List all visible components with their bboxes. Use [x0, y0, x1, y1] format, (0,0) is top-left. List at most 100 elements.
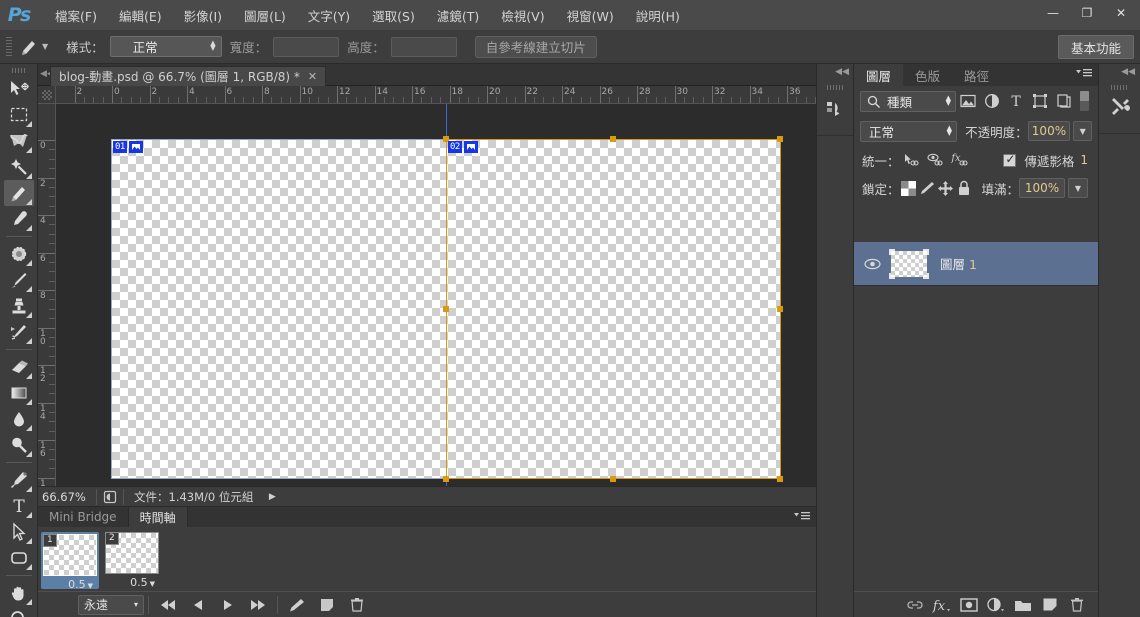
lock-all-icon[interactable]	[955, 177, 973, 199]
minimize-button[interactable]: —	[1036, 2, 1070, 24]
history-panel-button[interactable]	[817, 80, 853, 136]
close-icon[interactable]: ✕	[308, 70, 317, 83]
menu-view[interactable]: 檢視(V)	[490, 3, 555, 28]
slice-handle-ml[interactable]	[443, 306, 449, 312]
dodge-tool[interactable]	[4, 432, 34, 458]
delete-frame-button[interactable]	[342, 593, 372, 617]
new-group-button[interactable]	[1009, 593, 1036, 617]
blur-tool[interactable]	[4, 406, 34, 432]
ruler-corner[interactable]	[38, 86, 56, 104]
panel-grip[interactable]	[1110, 85, 1129, 90]
menu-filter[interactable]: 濾鏡(T)	[426, 3, 490, 28]
layer-filter-kind-select[interactable]: 種類 ▲ ▼	[860, 90, 956, 112]
eraser-tool[interactable]	[4, 354, 34, 380]
rectangle-shape-tool[interactable]	[4, 545, 34, 571]
far-dock-collapse-icon[interactable]: ◀◀	[1099, 64, 1140, 80]
lock-position-icon[interactable]	[936, 177, 954, 199]
opacity-input[interactable]: 100%	[1027, 121, 1071, 141]
pixel-layer-filter-icon[interactable]	[956, 90, 980, 112]
type-tool[interactable]: T	[4, 493, 34, 519]
hand-tool[interactable]	[4, 580, 34, 606]
close-button[interactable]: ✕	[1104, 2, 1138, 24]
document-tab[interactable]: blog-動畫.psd @ 66.7% (圖層 1, RGB/8) * ✕	[50, 66, 327, 86]
tools-panel-grip[interactable]	[11, 68, 26, 73]
layer-thumbnail-wrapper[interactable]	[886, 247, 932, 281]
smart-object-filter-icon[interactable]	[1052, 90, 1076, 112]
layer-row[interactable]: 圖層 1	[854, 242, 1098, 286]
blend-mode-select[interactable]: 正常 ▲ ▼	[860, 120, 958, 142]
tab-paths[interactable]: 路徑	[952, 64, 1001, 86]
rectangular-marquee-tool[interactable]	[4, 102, 34, 128]
slice-handle-tm[interactable]	[610, 136, 616, 142]
lock-image-pixels-icon[interactable]	[918, 177, 936, 199]
zoom-tool[interactable]	[4, 606, 34, 617]
clone-stamp-tool[interactable]	[4, 293, 34, 319]
delete-layer-button[interactable]	[1063, 593, 1090, 617]
unify-style-icon[interactable]: fx	[948, 149, 972, 171]
duplicate-frame-button[interactable]	[312, 593, 342, 617]
move-tool[interactable]	[4, 76, 34, 102]
next-frame-button[interactable]	[243, 593, 273, 617]
adjustment-layer-button[interactable]	[982, 593, 1009, 617]
slice-handle-bm[interactable]	[610, 476, 616, 482]
document-profile-icon[interactable]	[97, 488, 123, 506]
path-selection-tool[interactable]	[4, 519, 34, 545]
dock-collapse-icon[interactable]: ◀◀	[817, 64, 853, 80]
menu-select[interactable]: 選取(S)	[361, 3, 426, 28]
slice-region-02-selected[interactable]	[446, 139, 781, 479]
slice-width-input[interactable]	[273, 36, 340, 57]
history-brush-tool[interactable]	[4, 319, 34, 345]
play-animation-button[interactable]	[213, 593, 243, 617]
slices-from-guides-button[interactable]: 自參考線建立切片	[474, 35, 597, 58]
menu-help[interactable]: 說明(H)	[625, 3, 691, 28]
frame-delay-2[interactable]: 0.5 ▼	[105, 574, 159, 589]
animation-frames-strip[interactable]: 1 0.5 ▼ 2 0.5 ▼	[38, 527, 816, 591]
slice-tool[interactable]	[3, 180, 34, 206]
timeline-panel-menu-icon[interactable]	[794, 511, 810, 525]
tab-channels[interactable]: 色版	[903, 64, 952, 86]
unify-position-icon[interactable]	[900, 149, 924, 171]
horizontal-ruler[interactable]: 2 0 2 4 6 8 10 12 14 16 18 20 22 24 26 28 30 32 34 36	[56, 86, 816, 104]
magic-wand-tool[interactable]	[4, 154, 34, 180]
tween-frames-button[interactable]	[282, 593, 312, 617]
zoom-level-input[interactable]: 66.67%	[38, 487, 96, 506]
panel-grip[interactable]	[827, 85, 843, 90]
propagate-frame-1-checkbox[interactable]	[1003, 152, 1017, 167]
slice-handle-br[interactable]	[777, 476, 783, 482]
slice-badge-01[interactable]: 01	[113, 141, 143, 153]
layer-list[interactable]: 圖層 1	[854, 242, 1098, 617]
tab-timeline[interactable]: 時間軸	[128, 507, 188, 527]
menu-image[interactable]: 影像(I)	[173, 3, 233, 28]
eyedropper-tool[interactable]	[4, 206, 34, 232]
layer-style-button[interactable]: fx	[928, 593, 955, 617]
menu-type[interactable]: 文字(Y)	[297, 3, 361, 28]
fill-input[interactable]: 100%	[1019, 178, 1065, 198]
slice-handle-bl[interactable]	[443, 476, 449, 482]
layer-name[interactable]: 圖層 1	[940, 254, 977, 273]
layers-panel-menu-icon[interactable]	[1076, 68, 1092, 79]
slice-handle-tr[interactable]	[777, 136, 783, 142]
status-expand-icon[interactable]: ▶	[263, 488, 281, 506]
filter-enable-toggle[interactable]	[1080, 91, 1089, 111]
frame-delay-1[interactable]: 0.5 ▼	[43, 576, 97, 591]
previous-frame-button[interactable]	[183, 593, 213, 617]
brush-tool[interactable]	[4, 267, 34, 293]
lock-transparent-pixels-icon[interactable]	[900, 177, 918, 199]
opacity-slider-button[interactable]: ▼	[1073, 121, 1092, 141]
layer-visibility-toggle[interactable]	[858, 242, 886, 286]
link-layers-button[interactable]	[901, 593, 928, 617]
select-first-frame-button[interactable]	[153, 593, 183, 617]
canvas-viewport[interactable]: 01 02	[56, 104, 816, 486]
animation-frame-1[interactable]: 1 0.5 ▼	[41, 532, 99, 591]
slice-style-select[interactable]: 正常 ▲ ▼	[109, 36, 222, 57]
tab-mini-bridge[interactable]: Mini Bridge	[38, 507, 129, 527]
pen-tool[interactable]	[4, 467, 34, 493]
menu-layer[interactable]: 圖層(L)	[233, 3, 297, 28]
fill-slider-button[interactable]: ▼	[1068, 178, 1088, 198]
add-layer-mask-button[interactable]	[955, 593, 982, 617]
gradient-tool[interactable]	[4, 380, 34, 406]
options-bar-grip[interactable]	[6, 36, 12, 57]
shape-layer-filter-icon[interactable]	[1028, 90, 1052, 112]
adjustment-layer-filter-icon[interactable]	[980, 90, 1004, 112]
slice-height-input[interactable]	[390, 36, 457, 57]
